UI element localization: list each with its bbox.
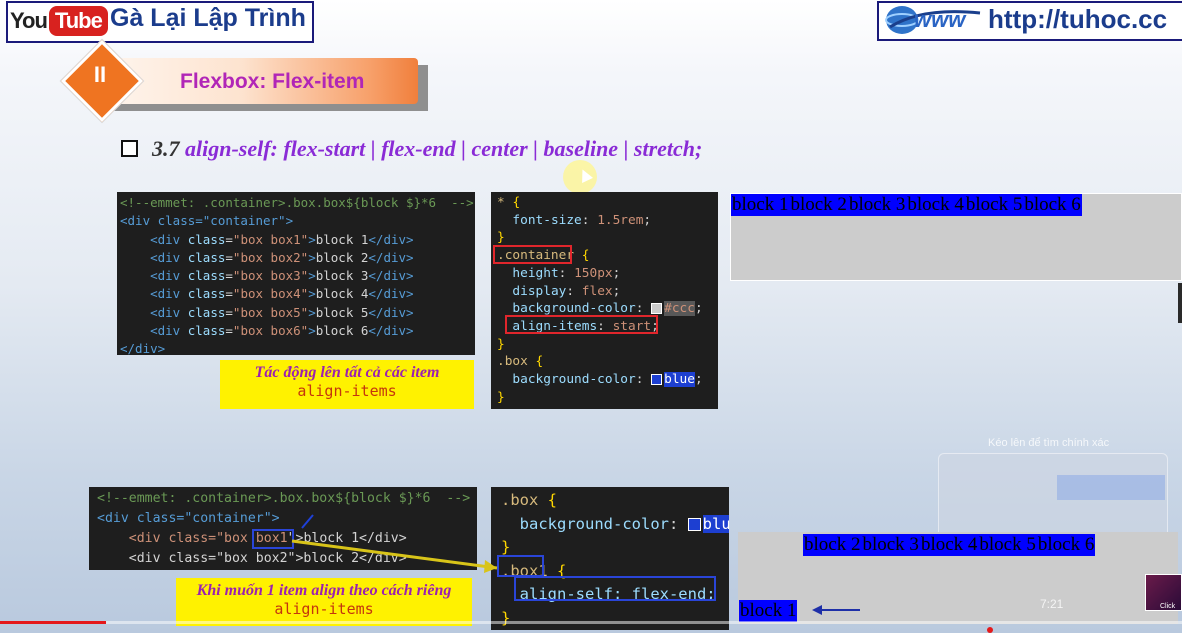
note-text: Khi muốn 1 item align theo cách riêng: [196, 582, 452, 599]
topic-number: 3.7: [152, 136, 180, 161]
box1-line-suffix: ">block 1</div>: [287, 531, 407, 546]
youtube-logo[interactable]: You Tube: [10, 6, 108, 36]
box1-selector-highlight: [497, 555, 544, 577]
css-property: background-color: [512, 301, 636, 317]
css-value: 1.5rem: [597, 212, 644, 228]
container-highlight-box: [493, 245, 572, 264]
topic-heading: 3.7 align-self: flex-start | flex-end | …: [152, 136, 702, 162]
css-value: blu: [702, 514, 729, 533]
section-number: II: [93, 62, 107, 87]
box-text: block 3: [315, 268, 369, 284]
box-text: block 4: [315, 286, 369, 302]
side-scroll-tab[interactable]: [1178, 283, 1182, 323]
css-property: display: [512, 283, 567, 299]
demo-2-bottom-row: block 1: [739, 600, 798, 622]
flex-block: block 4: [919, 534, 979, 556]
css-value: flex: [581, 283, 613, 299]
align-self-highlight-box: [514, 576, 716, 601]
note-code: align-items: [274, 600, 374, 618]
box-text: block 1: [315, 231, 369, 247]
note-code: align-items: [297, 382, 397, 400]
flex-block: block 2: [803, 534, 862, 556]
box-class: "box box6": [232, 323, 309, 339]
box2-line: <div class="box box2">block 2</div>: [128, 551, 407, 566]
box-text: block 2: [315, 249, 369, 265]
css-value: 150px: [574, 265, 613, 281]
www-text: www: [914, 7, 967, 32]
html-code-editor-1: <!--emmet: .container>.box.box${block $}…: [117, 192, 475, 355]
css-property: height: [512, 265, 559, 281]
box-class: "box box3": [232, 268, 309, 284]
note-align-items: Tác động lên tất cả các item align-items: [220, 360, 474, 409]
box-selector: .box: [497, 354, 528, 370]
section-title: Flexbox: Flex-item: [180, 70, 365, 93]
box-selector: .box: [501, 491, 539, 509]
css-property: background-color: [512, 372, 636, 388]
align-items-highlight-box: [505, 315, 658, 334]
flex-block-end: block 1: [739, 600, 798, 622]
box-class: "box box4": [232, 286, 309, 302]
css-property: background-color: [519, 514, 669, 533]
flex-block: block 5: [978, 534, 1037, 556]
demo-2-top-row: block 2 block 3 block 4 block 5 block 6: [803, 534, 1096, 556]
checkbox-bullet-icon: [121, 140, 138, 157]
note-text: Tác động lên tất cả các item: [254, 364, 440, 381]
youtube-logo-you: You: [10, 8, 48, 33]
flex-block: block 5: [964, 194, 1024, 216]
container-open-tag: <div class="container">: [97, 511, 280, 526]
color-swatch-icon: [651, 303, 663, 315]
box-class: "box box1": [232, 231, 309, 247]
flex-container-demo-1: block 1 block 2 block 3 block 4 block 5 …: [730, 193, 1182, 281]
note-align-self: Khi muốn 1 item align theo cách riêng al…: [176, 578, 472, 626]
emmet-comment: <!--emmet: .container>.box.box${block $}…: [97, 491, 471, 506]
flex-block: block 2: [789, 194, 848, 216]
box-text: block 5: [315, 304, 369, 320]
youtube-logo-tube: Tube: [48, 6, 108, 36]
overlay-caption: Kéo lên để tìm chính xác: [988, 437, 1110, 449]
container-open-tag: <div class="container">: [120, 213, 294, 229]
box1-highlight-box: [252, 529, 294, 549]
video-progress-track[interactable]: [0, 621, 1182, 624]
overlay-time: 7:21: [1040, 597, 1064, 611]
box1-line-prefix: <div class="box: [128, 531, 256, 546]
universal-selector: *: [497, 195, 505, 210]
css-value: blue: [664, 372, 695, 388]
flex-block: block 3: [847, 194, 907, 216]
flex-block: block 1: [731, 194, 790, 216]
css-code-editor-1: * { font-size: 1.5rem; } .container { he…: [491, 192, 718, 409]
video-progress-fill: [0, 621, 107, 624]
box-class: "box box5": [232, 304, 309, 320]
website-url[interactable]: http://tuhoc.cc: [988, 4, 1167, 35]
emmet-comment: <!--emmet: .container>.box.box${block $}…: [120, 195, 474, 210]
color-swatch-icon: [687, 517, 701, 531]
video-marker-dot: [987, 627, 993, 633]
color-swatch-icon: [651, 374, 663, 386]
css-property: font-size: [512, 212, 582, 228]
channel-name: Gà Lại Lập Trình: [110, 4, 306, 32]
avatar-label: Click: [1160, 603, 1176, 610]
flex-block: block 4: [906, 194, 965, 216]
globe-www-icon: www: [885, 6, 981, 34]
topic-text: align-self: flex-start | flex-end | cent…: [185, 136, 703, 161]
flex-block: block 3: [861, 534, 920, 556]
flex-block: block 6: [1036, 534, 1096, 556]
container-close-tag: </div>: [120, 341, 166, 355]
flex-block: block 6: [1023, 194, 1082, 216]
box-class: "box box2": [232, 249, 309, 265]
box-text: block 6: [315, 323, 369, 339]
css-value: #ccc: [664, 301, 695, 317]
preview-thumbnail-highlight: [1057, 475, 1165, 500]
